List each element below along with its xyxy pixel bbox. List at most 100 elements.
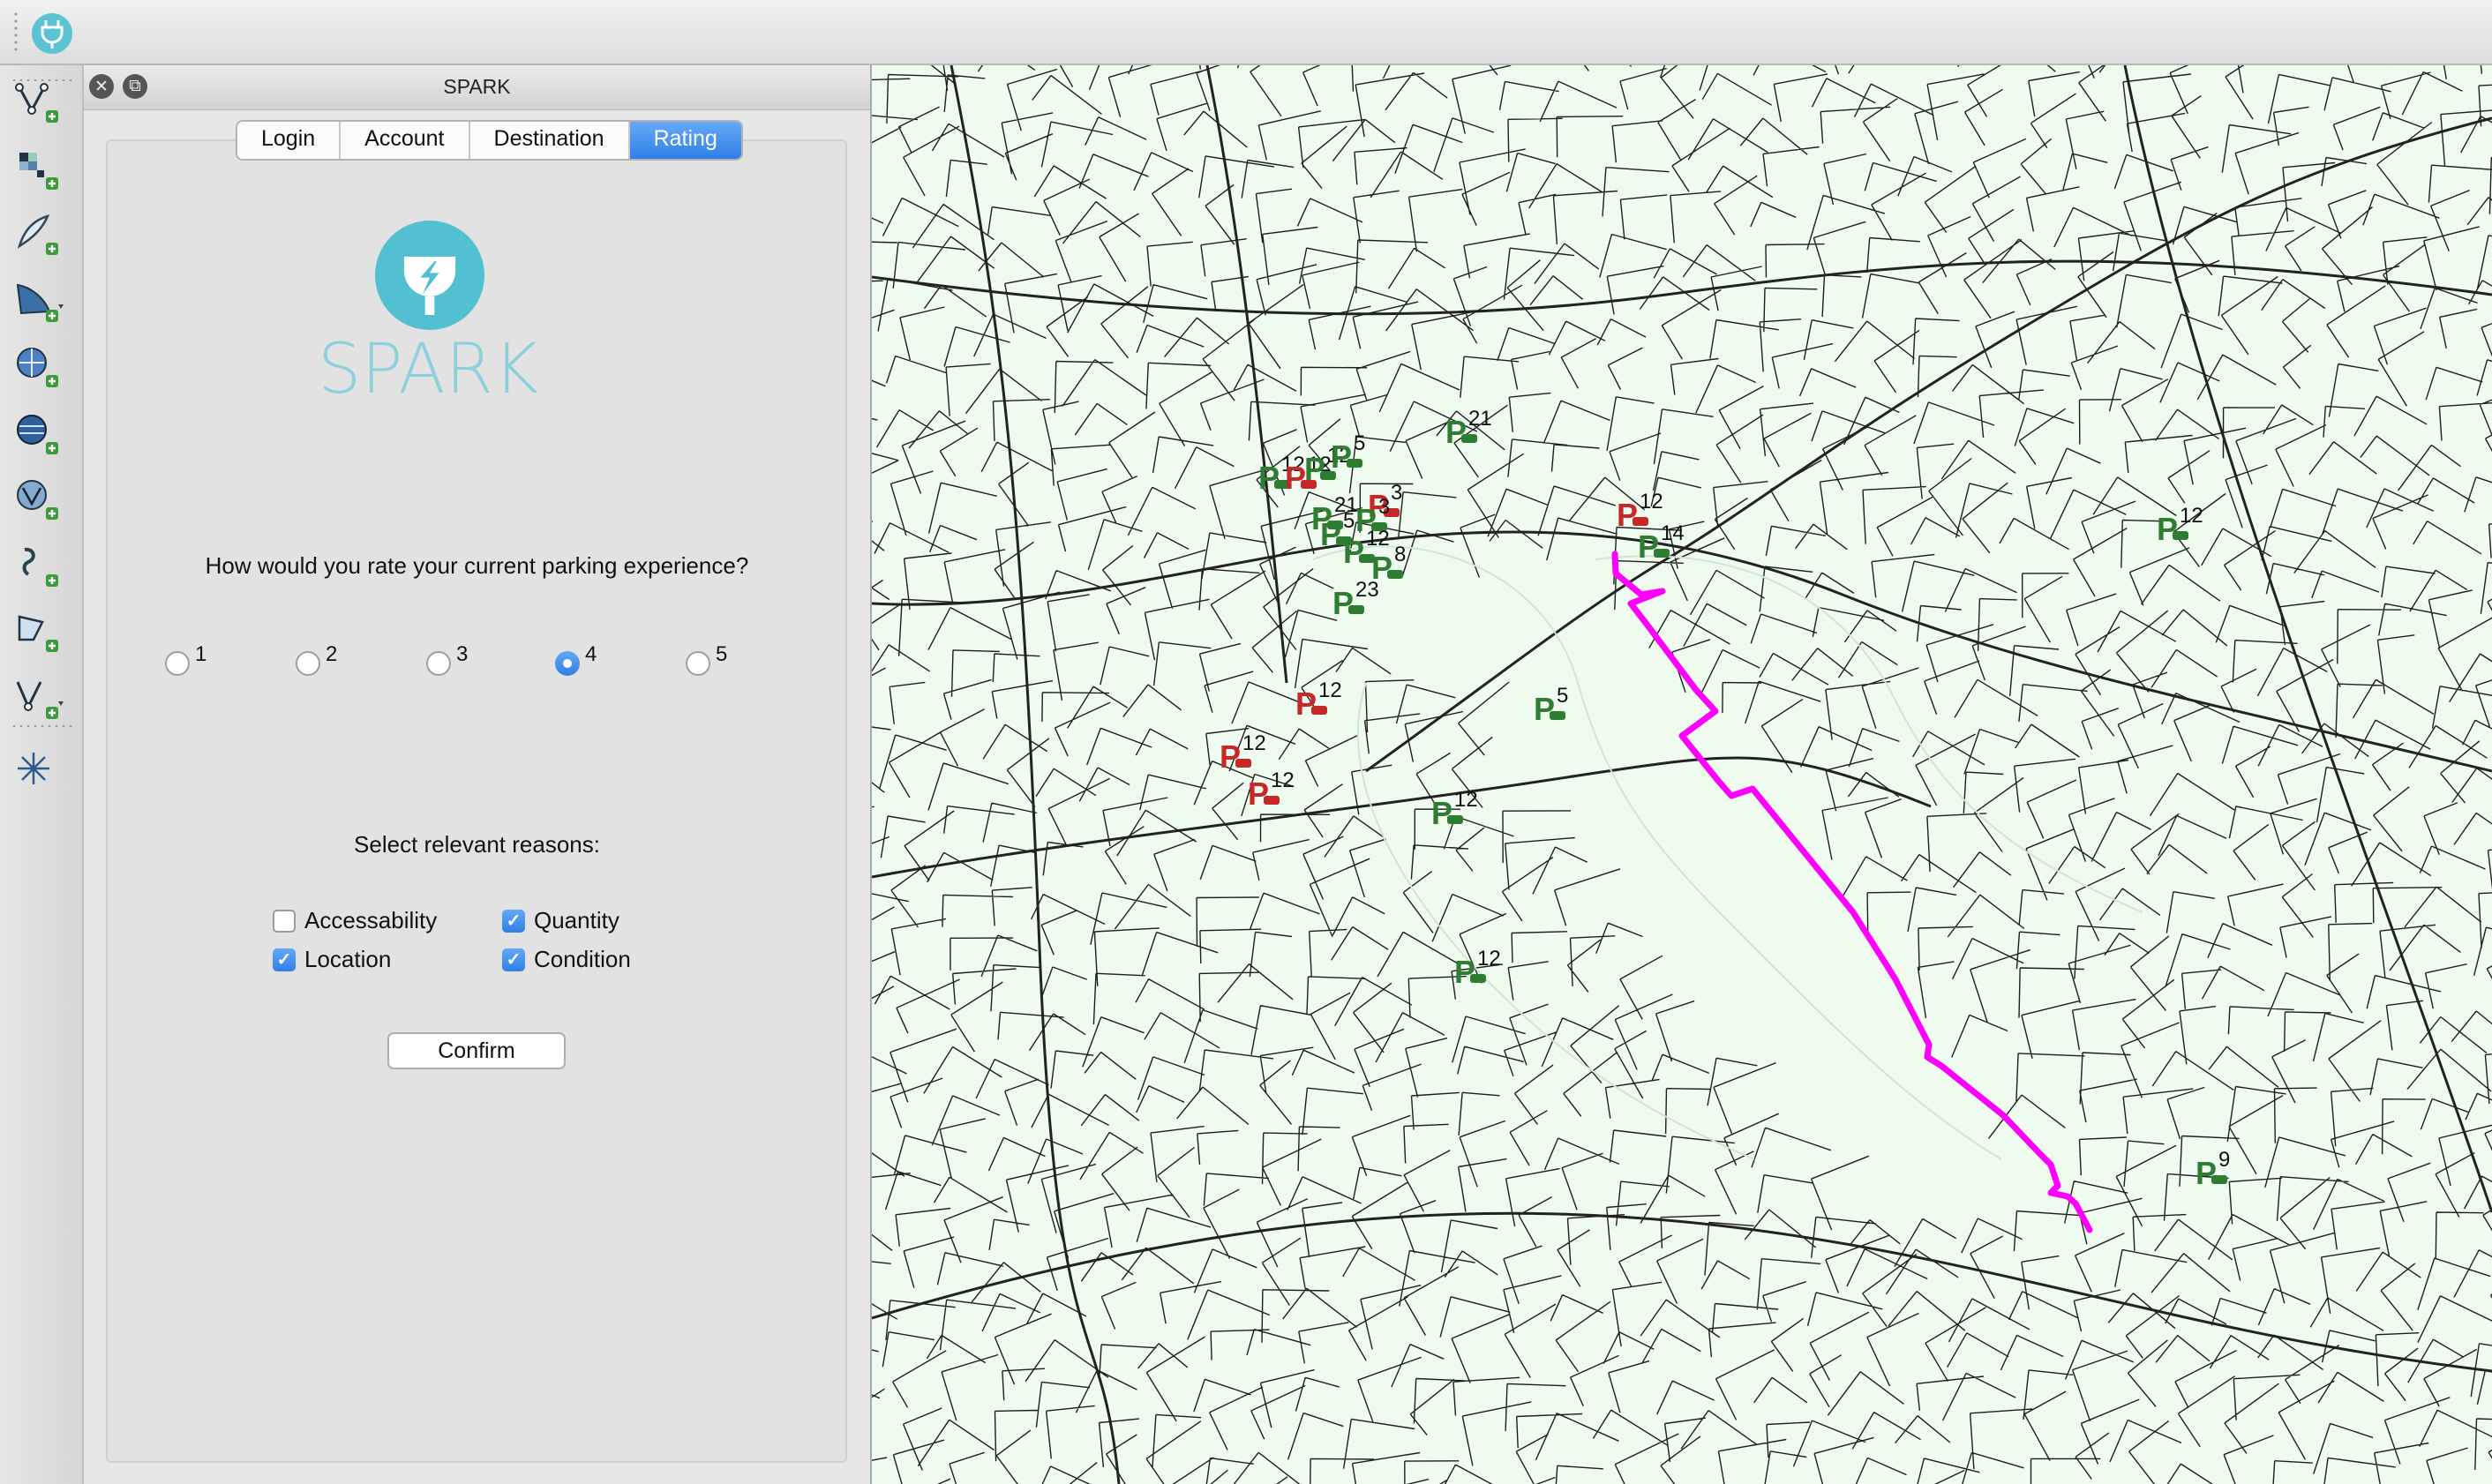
parking-capacity-label: 9 (2218, 1148, 2230, 1172)
plug-icon (403, 237, 456, 315)
add-spatialite-layer-icon[interactable] (7, 275, 71, 330)
add-vector-layer-icon[interactable] (7, 76, 71, 131)
parking-icon: P (1304, 451, 1325, 487)
checkbox[interactable] (273, 909, 296, 933)
confirm-button[interactable]: Confirm (387, 1032, 566, 1069)
car-icon (1264, 796, 1280, 805)
car-icon (1550, 711, 1565, 720)
panel-title: SPARK (443, 75, 511, 98)
parking-icon: P (1285, 460, 1306, 496)
parking-icon: P (1295, 686, 1317, 722)
arterial-road (1365, 116, 2492, 773)
parking-capacity-label: 8 (1394, 543, 1406, 566)
toolbar-grip[interactable] (11, 723, 72, 729)
parking-marker-full[interactable]: P 12 (1295, 678, 1342, 722)
rating-option-1[interactable]: 1 (165, 642, 206, 676)
parking-icon: P (1343, 534, 1364, 570)
parking-markers: P 12P 12P 12P 5 P 21P 21P 5 P 3P 3P 12P 8P 12P 14P 23P 12… (1220, 407, 2230, 1191)
add-virtual-layer-icon[interactable] (7, 605, 71, 660)
reason-accessability[interactable]: Accessability (273, 907, 437, 934)
car-icon (1235, 759, 1251, 768)
spark-plugin-icon[interactable] (32, 13, 72, 54)
parking-icon: P (1617, 497, 1638, 533)
parking-marker-available[interactable]: P 21 (1445, 407, 1492, 450)
parking-capacity-label: 12 (2180, 504, 2203, 528)
car-icon (1461, 434, 1477, 443)
rating-option-4[interactable]: 4 (555, 642, 597, 676)
checkbox-checked[interactable]: ✓ (502, 948, 525, 971)
parking-capacity-label: 14 (1661, 521, 1685, 545)
parking-capacity-label: 5 (1354, 431, 1365, 455)
parking-icon: P (1445, 414, 1467, 450)
parking-marker-available[interactable]: P 14 (1638, 521, 1685, 565)
map-canvas[interactable]: P 12 P 12 P 12 P 5 P 21 P 21 P 5 P 3 P 3 P 12 P 8 P 12 P 14 P 23 P 12… (872, 65, 2492, 1484)
spark-logo (375, 221, 484, 330)
radio-button[interactable] (686, 651, 710, 676)
parking-marker-available[interactable]: P5 (1534, 684, 1568, 727)
parking-marker-available[interactable]: P9 (2196, 1148, 2230, 1191)
side-streets (872, 65, 2492, 1484)
radio-button[interactable] (426, 651, 451, 676)
parking-capacity-label: 21 (1468, 407, 1492, 431)
parking-capacity-label: 3 (1378, 495, 1390, 519)
parking-capacity-label: 12 (1271, 768, 1295, 792)
reason-quantity[interactable]: ✓ Quantity (502, 907, 619, 934)
car-icon (1633, 517, 1648, 526)
tab-account[interactable]: Account (341, 122, 470, 159)
car-icon (1470, 974, 1486, 983)
radio-button[interactable] (165, 651, 190, 676)
toolbar-grip[interactable] (12, 11, 19, 53)
car-icon (2211, 1175, 2227, 1184)
car-icon (1447, 815, 1463, 824)
rating-option-2[interactable]: 2 (296, 642, 337, 676)
car-icon (1387, 570, 1403, 579)
tab-destination[interactable]: Destination (469, 122, 630, 159)
parking-icon: P (1534, 691, 1555, 727)
reason-condition[interactable]: ✓ Condition (502, 946, 631, 973)
parking-icon: P (1638, 528, 1659, 565)
new-shapefile-layer-icon[interactable] (7, 540, 71, 595)
tab-login[interactable]: Login (237, 122, 342, 159)
reason-location[interactable]: ✓ Location (273, 946, 391, 973)
gps-icon[interactable] (7, 745, 71, 799)
car-icon (1347, 459, 1362, 468)
parking-capacity-label: 12 (1318, 678, 1342, 702)
add-wfs-layer-icon[interactable] (7, 473, 71, 528)
checkbox-checked[interactable]: ✓ (273, 948, 296, 971)
radio-button-selected[interactable] (555, 651, 580, 676)
add-raster-layer-icon[interactable] (7, 143, 71, 198)
spark-wordmark: SPARK (317, 330, 539, 409)
arterial-road (872, 259, 2492, 316)
checkbox-checked[interactable]: ✓ (502, 909, 525, 933)
parking-marker-full[interactable]: P 12 (1220, 731, 1266, 775)
reasons-title: Select relevant reasons: (354, 831, 600, 858)
parking-marker-full[interactable]: P 12 (1248, 768, 1295, 812)
parking-marker-available[interactable]: P 12 (1454, 947, 1501, 990)
parking-icon: P (1320, 516, 1341, 552)
add-wms-layer-icon[interactable] (7, 341, 71, 395)
parking-capacity-label: 5 (1557, 684, 1568, 708)
parking-capacity-label: 12 (1477, 947, 1501, 971)
street-map[interactable]: P 12P 12P 12P 5 P 21P 21P 5 P 3P 3P 12P 8P 12P 14P 23P 12… (872, 65, 2492, 1484)
tab-rating[interactable]: Rating (629, 122, 741, 159)
rating-option-3[interactable]: 3 (426, 642, 468, 676)
new-vertex-layer-icon[interactable] (7, 672, 71, 727)
parking-icon: P (1220, 738, 1241, 775)
add-wcs-layer-icon[interactable] (7, 408, 71, 462)
parking-marker-full[interactable]: P 12 (1617, 490, 1663, 533)
parking-capacity-label: 12 (1640, 490, 1663, 513)
parking-icon: P (2157, 511, 2178, 547)
parking-capacity-label: 3 (1391, 481, 1402, 505)
add-delimited-text-layer-icon[interactable] (7, 208, 71, 263)
parking-icon: P (2196, 1155, 2217, 1191)
parking-marker-available[interactable]: P 12 (1431, 788, 1478, 831)
parking-icon: P (1431, 795, 1452, 831)
rating-option-5[interactable]: 5 (686, 642, 727, 676)
parking-capacity-label: 23 (1355, 578, 1379, 602)
car-icon (1348, 605, 1364, 614)
radio-button[interactable] (296, 651, 320, 676)
parking-marker-available[interactable]: P5 (1331, 431, 1365, 475)
car-icon (2173, 531, 2188, 540)
parking-icon: P (1454, 954, 1475, 990)
parking-marker-available[interactable]: P 23 (1332, 578, 1379, 621)
